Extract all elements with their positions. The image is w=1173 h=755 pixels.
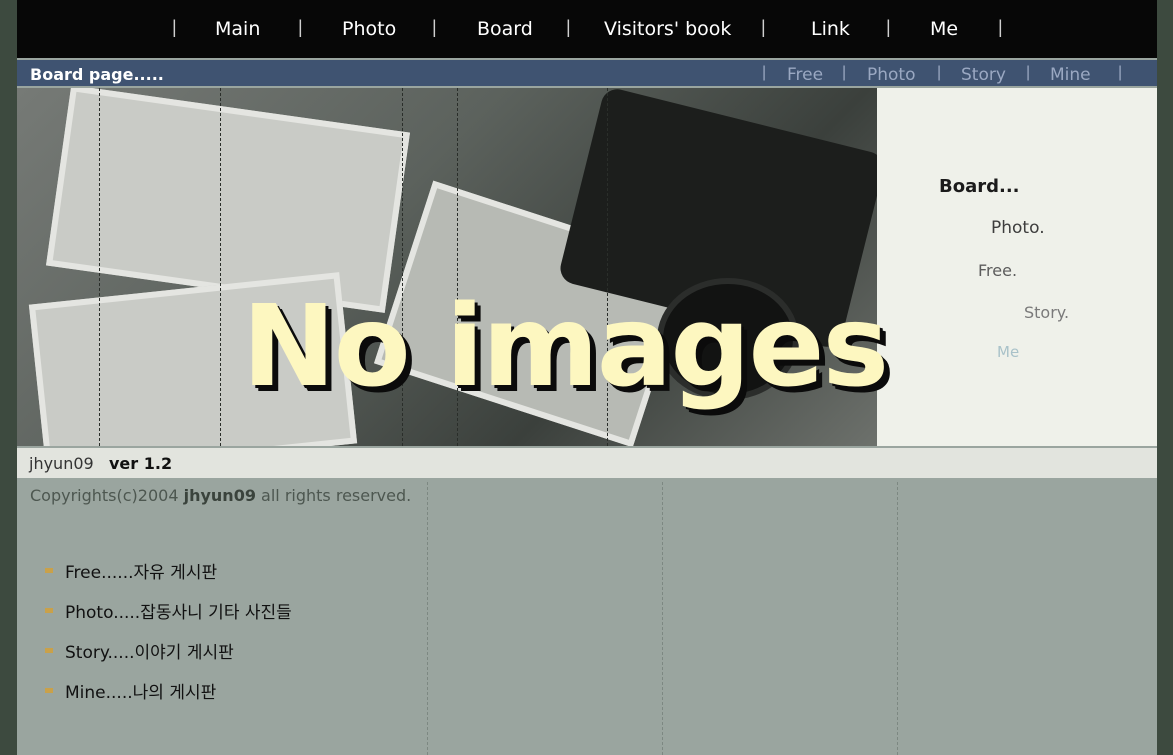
page-frame: | Main | Photo | Board | Visitors' book …: [17, 0, 1157, 755]
copyright-suffix: all rights reserved.: [255, 486, 412, 505]
subbar-separator: |: [1026, 64, 1031, 81]
board-link-story[interactable]: Story.....이야기 게시판: [45, 638, 292, 678]
site-name: jhyun09: [29, 454, 94, 473]
copyright-prefix: Copyrights(c)2004: [30, 486, 184, 505]
column-divider: [662, 482, 663, 755]
board-link-label: Story.....이야기 게시판: [65, 643, 234, 663]
side-item-board[interactable]: Board...: [939, 176, 1020, 197]
subbar-separator: |: [762, 64, 767, 81]
side-item-photo[interactable]: Photo.: [991, 218, 1045, 238]
nav-item-main[interactable]: Main: [215, 18, 260, 40]
bullet-icon: [45, 647, 53, 653]
page-title: Board page.....: [30, 65, 164, 84]
nav-item-link[interactable]: Link: [811, 18, 850, 40]
nav-separator: |: [761, 17, 766, 37]
side-item-me[interactable]: Me: [997, 343, 1019, 361]
column-divider: [897, 482, 898, 755]
copyright: Copyrights(c)2004 jhyun09 all rights res…: [30, 486, 411, 505]
nav-separator: |: [298, 17, 303, 37]
subbar-item-free[interactable]: Free: [787, 65, 823, 85]
board-link-mine[interactable]: Mine.....나의 게시판: [45, 678, 292, 718]
nav-item-photo[interactable]: Photo: [342, 18, 396, 40]
nav-item-board[interactable]: Board: [477, 18, 533, 40]
bullet-icon: [45, 567, 53, 573]
subbar-separator: |: [1118, 64, 1123, 81]
hero-side-menu: Board... Photo. Free. Story. Me: [877, 88, 1157, 446]
board-link-label: Photo.....잡동사니 기타 사진들: [65, 603, 292, 623]
version-bar: jhyun09 ver 1.2: [17, 448, 1157, 478]
nav-separator: |: [886, 17, 891, 37]
subbar-item-photo[interactable]: Photo: [867, 65, 916, 85]
subbar-item-story[interactable]: Story: [961, 65, 1006, 85]
no-images-overlay: No images: [242, 282, 889, 412]
board-list: Free......자유 게시판 Photo.....잡동사니 기타 사진들 S…: [45, 558, 292, 718]
board-link-photo[interactable]: Photo.....잡동사니 기타 사진들: [45, 598, 292, 638]
bullet-icon: [45, 607, 53, 613]
nav-item-visitors-book[interactable]: Visitors' book: [604, 18, 731, 40]
nav-separator: |: [566, 17, 571, 37]
sub-bar: Board page..... | Free | Photo | Story |…: [17, 60, 1157, 86]
board-link-label: Mine.....나의 게시판: [65, 683, 217, 703]
bullet-icon: [45, 687, 53, 693]
guide-line: [220, 88, 221, 446]
board-link-label: Free......자유 게시판: [65, 563, 218, 583]
nav-item-me[interactable]: Me: [930, 18, 958, 40]
board-link-free[interactable]: Free......자유 게시판: [45, 558, 292, 598]
top-nav: | Main | Photo | Board | Visitors' book …: [17, 0, 1157, 58]
photo-print: [45, 88, 411, 313]
column-divider: [427, 482, 428, 755]
version-label: ver 1.2: [109, 454, 173, 473]
nav-separator: |: [998, 17, 1003, 37]
nav-separator: |: [432, 17, 437, 37]
subbar-separator: |: [937, 64, 942, 81]
nav-separator: |: [172, 17, 177, 37]
side-item-free[interactable]: Free.: [978, 261, 1017, 280]
subbar-separator: |: [842, 64, 847, 81]
guide-line: [99, 88, 100, 446]
side-item-story[interactable]: Story.: [1024, 303, 1069, 322]
subbar-item-mine[interactable]: Mine: [1050, 65, 1091, 85]
copyright-name: jhyun09: [183, 486, 256, 505]
